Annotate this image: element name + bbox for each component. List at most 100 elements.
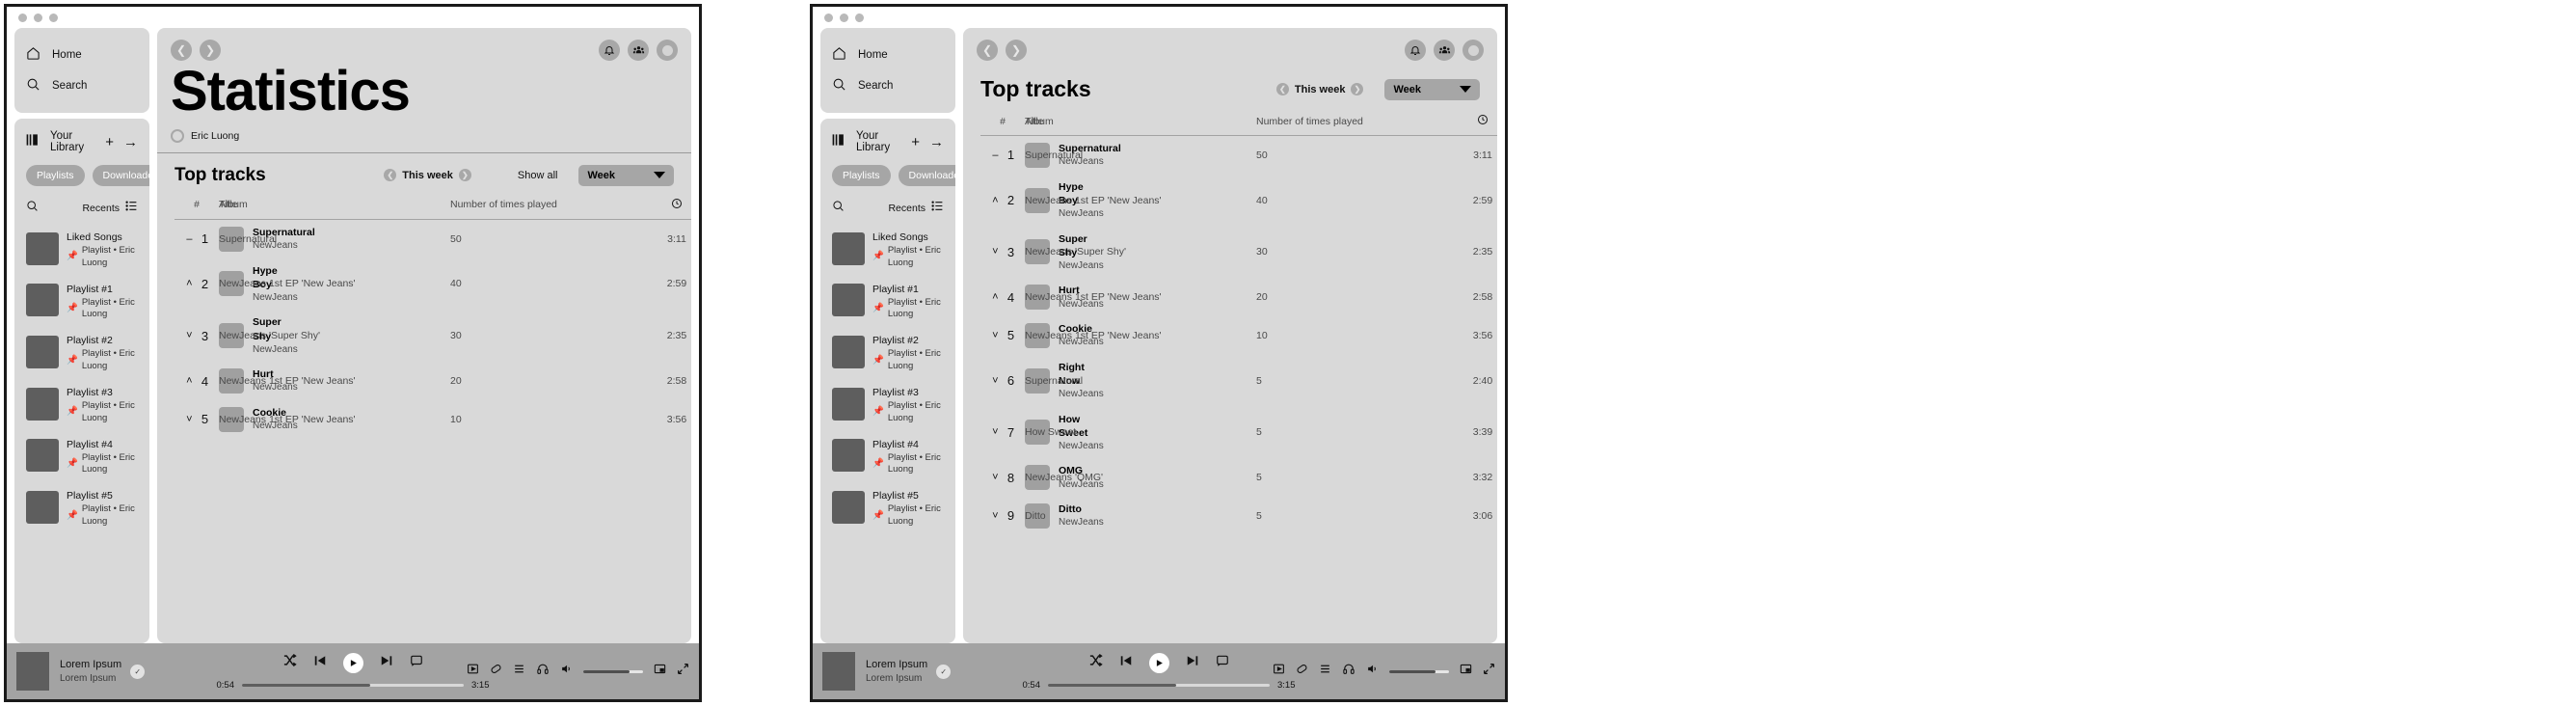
volume-slider[interactable] [583, 669, 643, 673]
list-item[interactable]: Playlist #3 📌 Playlist • Eric Luong [20, 378, 144, 430]
forward-button[interactable]: ❯ [200, 40, 221, 61]
expand-library-button[interactable]: → [929, 135, 944, 149]
list-view-icon[interactable] [125, 200, 138, 217]
lyrics-icon[interactable] [490, 663, 502, 680]
next-week-button[interactable]: ❯ [1351, 83, 1364, 95]
list-item[interactable]: Playlist #3 📌 Playlist • Eric Luong [826, 378, 950, 430]
queue-icon[interactable] [513, 663, 525, 680]
connect-device-icon[interactable] [1342, 663, 1355, 680]
shuffle-icon[interactable] [282, 653, 297, 672]
maximize-window-dot[interactable] [855, 13, 864, 22]
list-item[interactable]: Playlist #4 📌 Playlist • Eric Luong [20, 430, 144, 482]
sidebar-item-search[interactable]: Search [14, 70, 149, 101]
list-item[interactable]: Playlist #1 📌 Playlist • Eric Luong [20, 275, 144, 327]
now-playing-view-icon[interactable] [1273, 663, 1285, 680]
volume-icon[interactable] [1366, 663, 1379, 680]
table-row[interactable]: ˅ 3 Super Shy NewJeans NewJeans 'Super Shy' 3… [174, 310, 691, 362]
table-row[interactable]: ˅ 7 How Sweet NewJeans How Sweet 5 3:39 [980, 407, 1497, 459]
fullscreen-icon[interactable] [1483, 663, 1495, 680]
table-row[interactable]: ˄ 4 Hurt NewJeans NewJeans 1st EP 'New Jeans… [980, 278, 1497, 316]
volume-icon[interactable] [560, 663, 573, 680]
friends-activity-icon[interactable] [1434, 40, 1455, 61]
previous-week-button[interactable]: ❮ [1275, 83, 1289, 95]
list-item[interactable]: Playlist #1 📌 Playlist • Eric Luong [826, 275, 950, 327]
picture-in-picture-icon[interactable] [654, 663, 666, 680]
close-window-dot[interactable] [18, 13, 27, 22]
table-row[interactable]: ˅ 3 Super Shy NewJeans NewJeans 'Super Shy' 3… [980, 227, 1497, 279]
next-week-button[interactable]: ❯ [458, 169, 471, 182]
chip-downloaded[interactable]: Downloaded [898, 165, 955, 186]
previous-track-icon[interactable] [1119, 654, 1133, 672]
table-row[interactable]: ˅ 5 Cookie NewJeans NewJeans 1st EP 'New Jea… [980, 316, 1497, 355]
notifications-bell-icon[interactable] [1405, 40, 1426, 61]
maximize-window-dot[interactable] [49, 13, 58, 22]
repeat-icon[interactable] [410, 654, 423, 672]
list-item[interactable]: Playlist #2 📌 Playlist • Eric Luong [826, 326, 950, 378]
close-window-dot[interactable] [824, 13, 833, 22]
previous-track-icon[interactable] [313, 654, 327, 672]
minimize-window-dot[interactable] [34, 13, 42, 22]
table-row[interactable]: ˄ 2 Hype Boy NewJeans NewJeans 1st EP 'New J… [174, 258, 691, 311]
friends-activity-icon[interactable] [628, 40, 649, 61]
list-item[interactable]: Playlist #5 📌 Playlist • Eric Luong [826, 481, 950, 533]
list-item[interactable]: Liked Songs 📌 Playlist • Eric Luong [826, 223, 950, 275]
playlist-list[interactable]: Liked Songs 📌 Playlist • Eric Luong Playl… [14, 223, 149, 533]
user-avatar[interactable] [1462, 40, 1484, 61]
table-body[interactable]: –1 Supernatural NewJeans Supernatural 50 3:11… [980, 136, 1497, 535]
list-item[interactable]: Playlist #4 📌 Playlist • Eric Luong [826, 430, 950, 482]
list-item[interactable]: Liked Songs 📌 Playlist • Eric Luong [20, 223, 144, 275]
library-search-icon[interactable] [26, 200, 39, 217]
save-to-library-check-icon[interactable]: ✓ [130, 664, 146, 679]
queue-icon[interactable] [1319, 663, 1331, 680]
lyrics-icon[interactable] [1296, 663, 1308, 680]
play-button[interactable] [343, 652, 363, 673]
add-playlist-button[interactable]: + [105, 135, 114, 149]
table-row[interactable]: ˄ 2 Hype Boy NewJeans NewJeans 1st EP 'New J… [980, 175, 1497, 227]
chip-playlists[interactable]: Playlists [26, 165, 85, 186]
repeat-icon[interactable] [1216, 654, 1229, 672]
table-row[interactable]: –1 Supernatural NewJeans Supernatural 50 3:11 [174, 219, 691, 258]
now-playing-view-icon[interactable] [467, 663, 479, 680]
next-track-icon[interactable] [380, 654, 393, 672]
table-row[interactable]: ˅ 8 OMG NewJeans NewJeans 'OMG' 5 3:32 [980, 458, 1497, 497]
playlist-list[interactable]: Liked Songs 📌 Playlist • Eric Luong Playl… [820, 223, 955, 533]
sidebar-item-home[interactable]: Home [820, 40, 955, 70]
volume-slider[interactable] [1389, 669, 1449, 673]
table-row[interactable]: ˅ 5 Cookie NewJeans NewJeans 1st EP 'New Jea… [174, 400, 691, 439]
table-row[interactable]: –1 Supernatural NewJeans Supernatural 50 3:11 [980, 136, 1497, 175]
list-view-icon[interactable] [931, 200, 944, 217]
range-select[interactable]: Week [578, 164, 674, 186]
table-body[interactable]: –1 Supernatural NewJeans Supernatural 50 3:11… [174, 219, 691, 438]
table-row[interactable]: ˅ 9 Ditto NewJeans Ditto 5 3:06 [980, 497, 1497, 535]
previous-week-button[interactable]: ❮ [384, 169, 397, 182]
picture-in-picture-icon[interactable] [1460, 663, 1472, 680]
table-row[interactable]: ˅ 6 Right Now NewJeans Supernatural 5 2:40 [980, 355, 1497, 407]
show-all-link[interactable]: Show all [518, 170, 558, 181]
notifications-bell-icon[interactable] [599, 40, 620, 61]
connect-device-icon[interactable] [536, 663, 550, 680]
next-track-icon[interactable] [1186, 654, 1199, 672]
add-playlist-button[interactable]: + [911, 135, 920, 149]
chip-playlists[interactable]: Playlists [832, 165, 891, 186]
library-search-icon[interactable] [832, 200, 845, 217]
table-row[interactable]: ˄ 4 Hurt NewJeans NewJeans 1st EP 'New Jeans… [174, 362, 691, 400]
sidebar-item-search[interactable]: Search [820, 70, 955, 101]
back-button[interactable]: ❮ [171, 40, 192, 61]
back-button[interactable]: ❮ [977, 40, 998, 61]
user-avatar[interactable] [657, 40, 678, 61]
recents-sort-label[interactable]: Recents [82, 203, 120, 214]
recents-sort-label[interactable]: Recents [888, 203, 926, 214]
play-button[interactable] [1149, 652, 1169, 673]
sidebar-item-home[interactable]: Home [14, 40, 149, 70]
list-item[interactable]: Playlist #5 📌 Playlist • Eric Luong [20, 481, 144, 533]
progress-bar[interactable] [242, 683, 464, 687]
minimize-window-dot[interactable] [840, 13, 848, 22]
shuffle-icon[interactable] [1088, 653, 1103, 672]
fullscreen-icon[interactable] [677, 663, 689, 680]
chip-downloaded[interactable]: Downloaded [92, 165, 149, 186]
range-select[interactable]: Week [1384, 78, 1480, 100]
forward-button[interactable]: ❯ [1006, 40, 1027, 61]
progress-bar[interactable] [1048, 683, 1270, 687]
save-to-library-check-icon[interactable]: ✓ [936, 664, 952, 679]
list-item[interactable]: Playlist #2 📌 Playlist • Eric Luong [20, 326, 144, 378]
